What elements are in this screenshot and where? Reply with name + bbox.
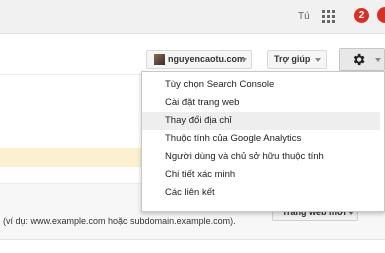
menu-item-change-address[interactable]: Thay đổi địa chỉ (142, 112, 380, 130)
menu-item-users-and-owners[interactable]: Người dùng và chủ sở hữu thuộc tính (142, 148, 380, 166)
apps-grid-icon[interactable] (322, 10, 335, 23)
help-button[interactable]: Trợ giúp (267, 50, 327, 69)
domain-example-text: (ví dụ: www.example.com hoặc subdomain.e… (3, 216, 236, 226)
notification-badge[interactable]: 2 (354, 8, 369, 23)
site-favicon-icon (154, 54, 165, 65)
chevron-down-icon (315, 58, 321, 62)
user-name[interactable]: Tú (298, 11, 310, 22)
settings-menu: Tùy chọn Search Console Cài đặt trang we… (141, 71, 385, 212)
menu-item-google-analytics[interactable]: Thuộc tính của Google Analytics (142, 130, 380, 148)
account-label: nguyencaotu.com (168, 54, 246, 64)
account-selector-button[interactable]: nguyencaotu.com (146, 50, 252, 69)
chevron-down-icon (241, 58, 247, 62)
top-bar: Tú 2 (0, 0, 385, 34)
help-label: Trợ giúp (274, 54, 311, 64)
settings-button[interactable] (339, 48, 385, 71)
gear-icon (353, 53, 365, 66)
chevron-down-icon (375, 58, 381, 62)
menu-item-associates[interactable]: Các liên kết (142, 184, 380, 202)
avatar[interactable] (377, 7, 385, 23)
menu-item-verification-details[interactable]: Chi tiết xác minh (142, 166, 380, 184)
menu-item-site-settings[interactable]: Cài đặt trang web (142, 94, 380, 112)
menu-item-search-console-preferences[interactable]: Tùy chọn Search Console (142, 76, 380, 94)
